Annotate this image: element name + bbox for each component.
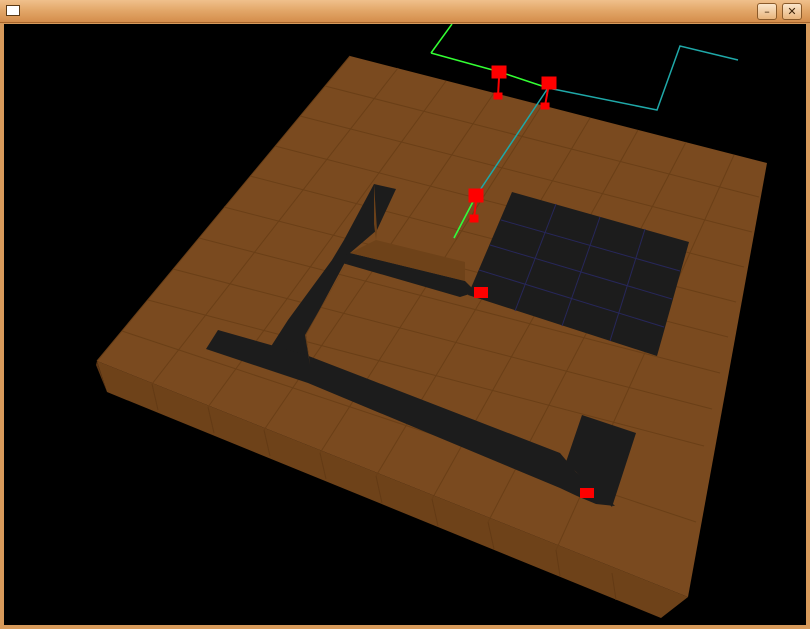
minimize-button[interactable]: – <box>757 3 777 20</box>
window-icon[interactable] <box>6 5 20 16</box>
marker <box>474 287 488 298</box>
agent-base <box>540 102 550 110</box>
agent-marker <box>541 76 557 90</box>
agent-marker <box>468 188 484 203</box>
3d-viewport[interactable] <box>4 24 806 625</box>
close-button[interactable]: ✕ <box>782 3 802 20</box>
scene-canvas <box>4 24 806 625</box>
marker <box>580 488 594 498</box>
agent-marker <box>491 65 507 79</box>
title-bar[interactable]: – ✕ <box>0 0 810 23</box>
agent-base <box>493 92 503 100</box>
agent-base <box>469 214 479 223</box>
application-window: – ✕ <box>0 0 810 629</box>
